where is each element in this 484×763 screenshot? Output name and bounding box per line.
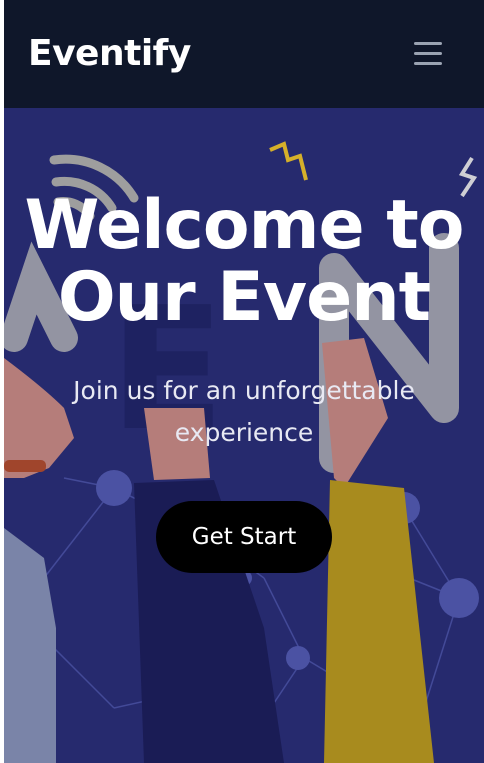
hero-title: Welcome to Our Event (4, 190, 484, 334)
hero-section: E Welcome to Our Event Join us for an un… (4, 108, 484, 763)
hamburger-menu-icon[interactable] (410, 38, 444, 70)
get-start-button[interactable]: Get Start (156, 501, 332, 573)
navbar: Eventify (4, 0, 484, 108)
hero-title-line2: Our Event (57, 258, 431, 337)
hero-title-line1: Welcome to (24, 186, 465, 265)
brand-logo[interactable]: Eventify (28, 34, 191, 74)
app-frame: Eventify E Welcome to Our Event Join us … (4, 0, 484, 763)
hero-subtitle: Join us for an unforgettable experience (73, 376, 415, 447)
hero-content: Welcome to Our Event Join us for an unfo… (4, 108, 484, 763)
